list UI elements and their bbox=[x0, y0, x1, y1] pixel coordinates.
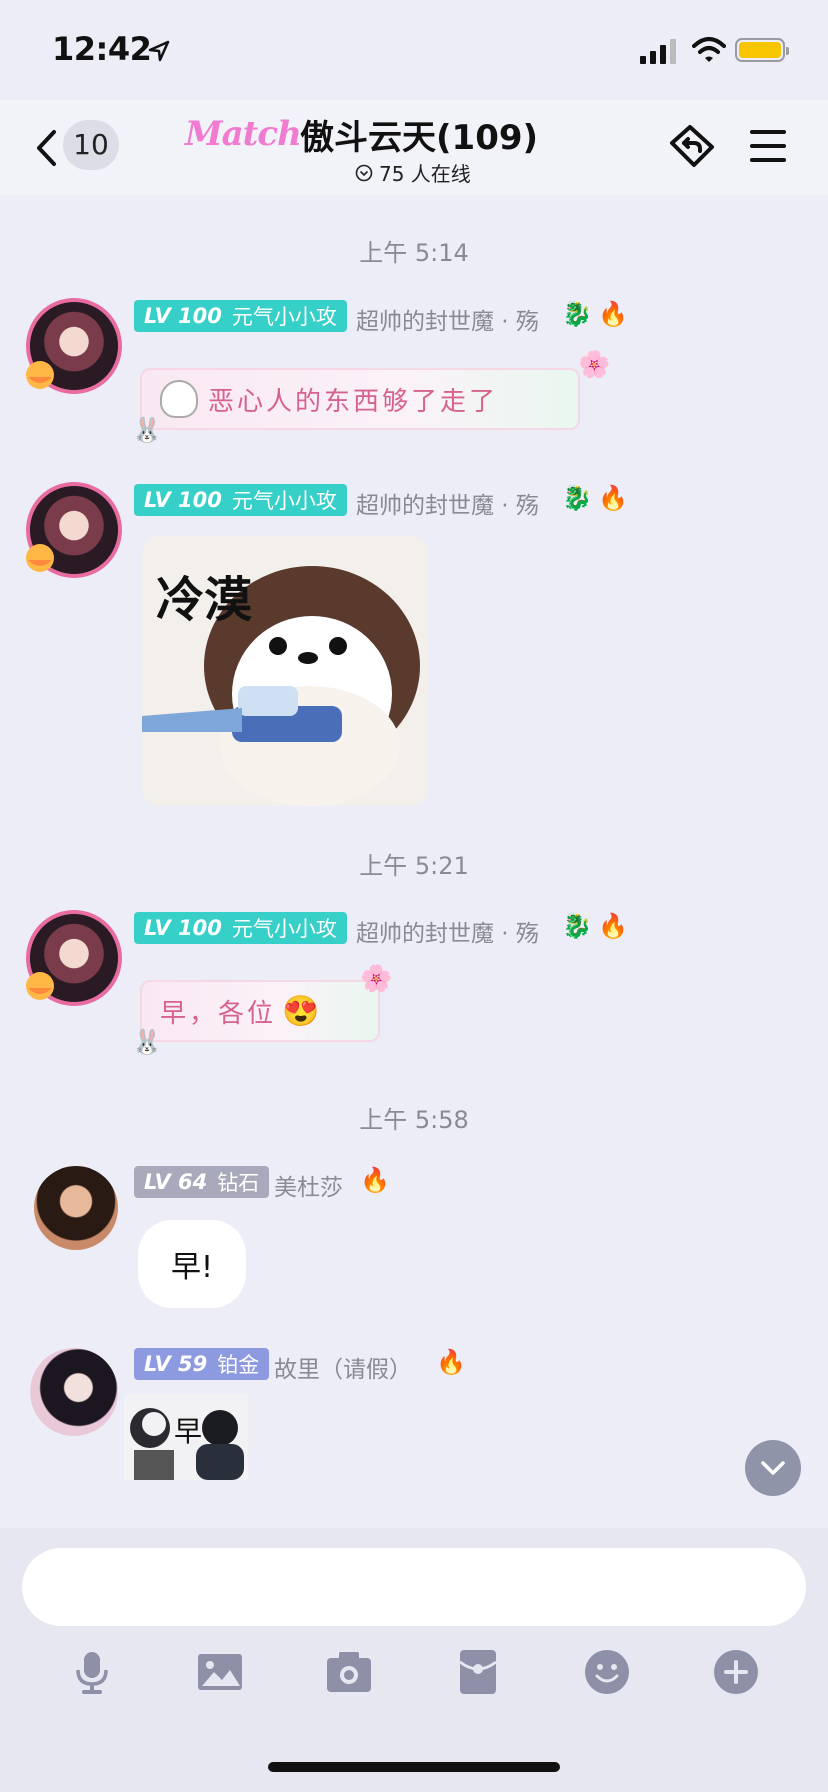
ghost-icon bbox=[160, 380, 198, 418]
level-number: LV 100 bbox=[144, 916, 222, 940]
dragon-icon: 🐉 bbox=[562, 484, 592, 512]
rank-title: 元气小小攻 bbox=[231, 305, 337, 329]
rank-title: 铂金 bbox=[217, 1353, 260, 1377]
fire-icon: 🔥 bbox=[436, 1348, 466, 1376]
group-title[interactable]: 傲斗云天(109) bbox=[300, 110, 538, 159]
dragon-icon: 🐉 bbox=[562, 912, 592, 940]
rank-title: 元气小小攻 bbox=[231, 489, 337, 513]
chevron-down-icon bbox=[761, 1461, 785, 1475]
level-number: LV 64 bbox=[144, 1170, 208, 1194]
chevron-circle-icon bbox=[355, 164, 373, 181]
flower-icon: 🌸 bbox=[360, 964, 393, 994]
fire-icon: 🔥 bbox=[598, 912, 628, 940]
tag-share-icon[interactable] bbox=[668, 123, 718, 169]
battery-icon bbox=[735, 38, 789, 62]
sender-name[interactable]: 超帅的封世魔 · 殇 bbox=[356, 914, 539, 948]
scroll-to-bottom-button[interactable] bbox=[745, 1440, 801, 1496]
message-text: 早，各位 bbox=[160, 998, 277, 1029]
timestamp: 上午 5:14 bbox=[359, 239, 469, 267]
sender-name[interactable]: 超帅的封世魔 · 殇 bbox=[356, 302, 539, 336]
red-packet-icon[interactable] bbox=[454, 1648, 502, 1696]
rank-title: 钻石 bbox=[217, 1171, 260, 1195]
status-time: 12:42 bbox=[52, 30, 152, 68]
back-chevron-icon[interactable] bbox=[34, 128, 58, 168]
flower-icon: 🌸 bbox=[578, 350, 611, 380]
camera-icon[interactable] bbox=[325, 1648, 373, 1696]
level-badge: LV 59 铂金 bbox=[134, 1348, 270, 1380]
dragon-icon: 🐉 bbox=[562, 300, 592, 328]
level-badge: LV 100 元气小小攻 bbox=[134, 300, 347, 332]
home-indicator[interactable] bbox=[268, 1762, 560, 1772]
avatar[interactable] bbox=[30, 1348, 118, 1436]
emoji-icon[interactable] bbox=[583, 1648, 631, 1696]
avatar[interactable] bbox=[34, 1166, 118, 1250]
message-text: 早! bbox=[170, 1250, 214, 1285]
timestamp: 上午 5:58 bbox=[359, 1106, 469, 1134]
location-arrow-icon bbox=[148, 40, 170, 62]
sender-name[interactable]: 超帅的封世魔 · 殇 bbox=[356, 486, 539, 520]
heart-eyes-emoji-icon: 😍 bbox=[282, 993, 323, 1029]
message-bubble[interactable]: 早! bbox=[138, 1220, 246, 1308]
cellular-signal-icon bbox=[640, 38, 676, 64]
level-badge: LV 64 钻石 bbox=[134, 1166, 270, 1198]
avatar-frame-charm-icon bbox=[26, 972, 54, 1000]
unread-count-badge[interactable]: 10 bbox=[63, 120, 119, 170]
online-count[interactable]: 75 人在线 bbox=[355, 158, 471, 187]
sender-name[interactable]: 美杜莎 bbox=[274, 1168, 343, 1202]
sticker-caption: 冷漠 bbox=[156, 572, 253, 628]
message-bubble[interactable]: 恶心人的东西够了走了 bbox=[140, 368, 580, 430]
rank-title: 元气小小攻 bbox=[231, 917, 337, 941]
match-logo: Match bbox=[185, 114, 302, 154]
level-number: LV 59 bbox=[144, 1352, 208, 1376]
fire-icon: 🔥 bbox=[598, 484, 628, 512]
avatar-frame-charm-icon bbox=[26, 361, 54, 389]
message-input[interactable] bbox=[22, 1548, 806, 1626]
message-bubble[interactable]: 早，各位 😍 bbox=[140, 980, 380, 1042]
plus-icon[interactable] bbox=[712, 1648, 760, 1696]
level-number: LV 100 bbox=[144, 488, 222, 512]
level-badge: LV 100 元气小小攻 bbox=[134, 912, 347, 944]
sticker-image[interactable]: 早 bbox=[124, 1394, 248, 1480]
level-number: LV 100 bbox=[144, 304, 222, 328]
avatar-frame-charm-icon bbox=[26, 544, 54, 572]
fire-icon: 🔥 bbox=[360, 1166, 390, 1194]
bunny-icon: 🐰 bbox=[132, 1028, 162, 1056]
menu-icon[interactable] bbox=[748, 128, 788, 164]
sender-name[interactable]: 故里（请假） bbox=[274, 1350, 412, 1384]
bunny-icon: 🐰 bbox=[132, 416, 162, 444]
microphone-icon[interactable] bbox=[68, 1648, 116, 1696]
level-badge: LV 100 元气小小攻 bbox=[134, 484, 347, 516]
sticker-caption: 早 bbox=[174, 1415, 203, 1448]
timestamp: 上午 5:21 bbox=[359, 852, 469, 880]
wifi-icon bbox=[692, 37, 726, 62]
online-count-text: 75 人在线 bbox=[379, 162, 471, 186]
fire-icon: 🔥 bbox=[598, 300, 628, 328]
message-text: 恶心人的东西够了走了 bbox=[208, 386, 499, 417]
sticker-image[interactable]: 冷漠 bbox=[142, 536, 428, 806]
image-icon[interactable] bbox=[196, 1648, 244, 1696]
